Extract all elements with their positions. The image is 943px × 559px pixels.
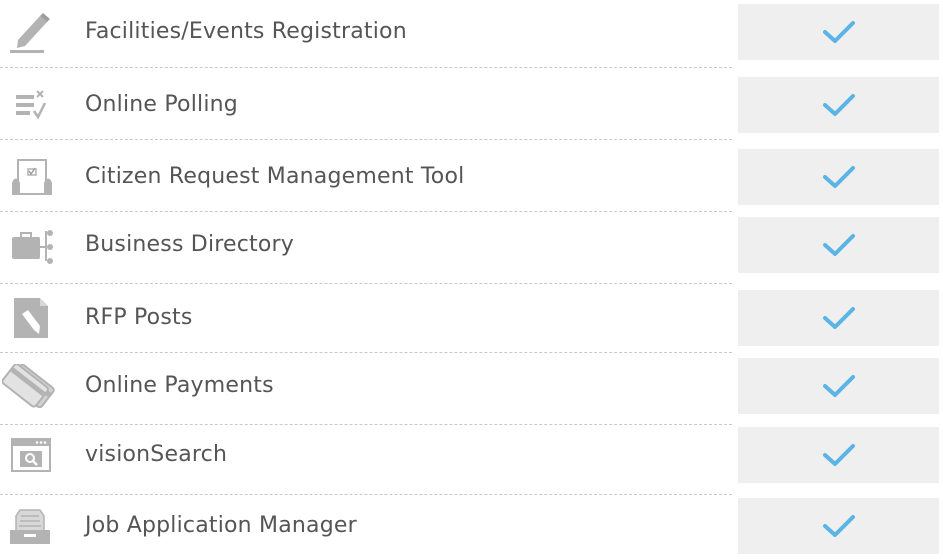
included-cell — [738, 290, 939, 346]
feature-row-online-polling: Online Polling — [0, 77, 943, 133]
checkmark-icon — [822, 515, 855, 537]
feature-row-facilities-registration: Facilities/Events Registration — [0, 4, 943, 60]
row-divider — [0, 139, 732, 140]
checkmark-icon — [822, 375, 855, 397]
feature-row-business-directory: Business Directory — [0, 217, 943, 273]
feature-row-rfp-posts: RFP Posts — [0, 290, 943, 346]
feature-table: Facilities/Events Registration Online Po… — [0, 0, 943, 559]
included-cell — [738, 149, 939, 205]
credit-card-icon — [2, 364, 60, 408]
pencil-icon — [2, 10, 60, 54]
row-divider — [0, 494, 732, 495]
row-divider — [0, 67, 732, 68]
checkmark-icon — [822, 307, 855, 329]
feature-row-online-payments: Online Payments — [0, 358, 943, 414]
feature-label: Citizen Request Management Tool — [85, 164, 465, 189]
row-divider — [0, 211, 732, 212]
row-divider — [0, 352, 732, 353]
feature-label: Online Payments — [85, 373, 274, 398]
checkmark-icon — [822, 94, 855, 116]
included-cell — [738, 358, 939, 414]
feature-label: Online Polling — [85, 92, 238, 117]
included-cell — [738, 217, 939, 273]
feature-row-citizen-request: Citizen Request Management Tool — [0, 149, 943, 205]
included-cell — [738, 4, 939, 60]
checkmark-icon — [822, 166, 855, 188]
row-divider — [0, 283, 732, 284]
row-divider — [0, 424, 732, 425]
included-cell — [738, 77, 939, 133]
feature-row-visionsearch: visionSearch — [0, 427, 943, 483]
search-window-icon — [2, 433, 60, 477]
feature-label: Business Directory — [85, 232, 295, 257]
feature-row-job-application: Job Application Manager — [0, 498, 943, 554]
checkmark-icon — [822, 234, 855, 256]
feature-label: Facilities/Events Registration — [85, 19, 407, 44]
feature-label: visionSearch — [85, 442, 228, 467]
briefcase-directory-icon — [2, 223, 60, 267]
feature-label: Job Application Manager — [85, 513, 357, 538]
feature-label: RFP Posts — [85, 305, 193, 330]
document-pencil-icon — [2, 296, 60, 340]
file-tray-icon — [2, 504, 60, 548]
poll-list-icon — [2, 83, 60, 127]
request-form-icon — [2, 155, 60, 199]
checkmark-icon — [822, 444, 855, 466]
checkmark-icon — [822, 21, 855, 43]
included-cell — [738, 498, 939, 554]
included-cell — [738, 427, 939, 483]
